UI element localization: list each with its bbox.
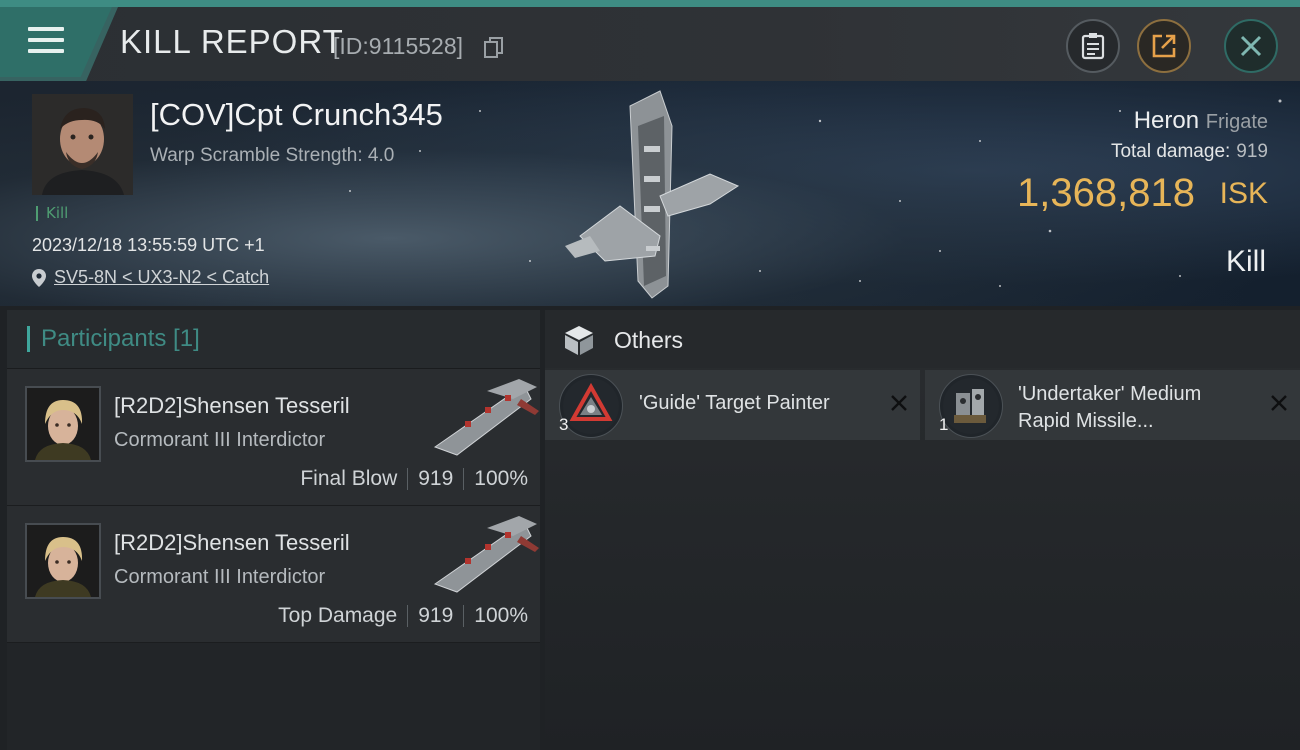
kill-outcome: Kill xyxy=(1225,245,1266,278)
isk-unit: ISK xyxy=(1219,177,1268,210)
item-entry[interactable]: 3 'Guide' Target Painter xyxy=(545,370,920,440)
ship-type: Heron xyxy=(1133,107,1200,134)
cube-icon xyxy=(565,326,593,355)
top-accent-line xyxy=(0,0,1300,7)
participant-role: Final Blow xyxy=(300,467,398,490)
ship-class: Frigate xyxy=(1205,111,1268,133)
item-name-line2: Rapid Missile... xyxy=(1018,410,1154,432)
victim-name[interactable]: [COV]Cpt Crunch345 xyxy=(150,97,443,133)
item-name-line1: 'Undertaker' Medium xyxy=(1018,383,1202,405)
header-bar: KILL REPORT [ID:9115528] xyxy=(0,7,1300,81)
clipboard-icon xyxy=(1081,33,1105,60)
menu-icon[interactable] xyxy=(28,27,64,57)
item-entry[interactable]: 1 'Undertaker' Medium Rapid Missile... xyxy=(925,370,1300,440)
participant-percent: 100% xyxy=(474,467,528,490)
kill-location[interactable]: SV5-8N < UX3-N2 < Catch xyxy=(32,267,269,288)
copy-icon[interactable] xyxy=(484,37,504,59)
missile-launcher-icon xyxy=(939,374,1003,438)
item-quantity: 1 xyxy=(939,415,949,434)
participant-ship-image xyxy=(433,516,539,593)
total-damage-label: Total damage: xyxy=(1110,141,1231,162)
participant-ship: Cormorant III Interdictor xyxy=(114,566,326,588)
clipboard-button[interactable] xyxy=(1066,19,1120,73)
participants-header: Participants [1] xyxy=(7,310,540,369)
close-button[interactable] xyxy=(1224,19,1278,73)
remove-icon[interactable] xyxy=(1270,394,1288,412)
page-title: KILL REPORT xyxy=(120,23,344,60)
item-name: 'Guide' Target Painter xyxy=(639,392,830,414)
participant-percent: 100% xyxy=(474,604,528,627)
victim-avatar[interactable] xyxy=(32,94,133,195)
participant-avatar[interactable] xyxy=(25,386,101,462)
others-title: Others xyxy=(614,327,684,353)
total-damage: Total damage: 919 xyxy=(1111,141,1268,163)
close-icon xyxy=(1240,35,1262,57)
participant-name[interactable]: [R2D2]Shensen Tesseril xyxy=(114,393,350,419)
item-quantity: 3 xyxy=(559,415,569,434)
share-icon xyxy=(1152,34,1176,58)
participant-name[interactable]: [R2D2]Shensen Tesseril xyxy=(114,530,350,556)
participant-avatar[interactable] xyxy=(25,523,101,599)
others-header: Others xyxy=(545,310,1300,368)
participant-ship: Cormorant III Interdictor xyxy=(114,429,326,451)
participants-panel: Participants [1] [R2D2]Shensen Tesseril … xyxy=(7,310,540,750)
participants-accent-bar xyxy=(27,326,30,352)
participant-row[interactable]: [R2D2]Shensen Tesseril Cormorant III Int… xyxy=(7,369,540,506)
share-button[interactable] xyxy=(1137,19,1191,73)
kill-tag: Kill xyxy=(36,206,68,221)
warp-scramble-strength: Warp Scramble Strength: 4.0 xyxy=(150,145,395,166)
participant-damage: 919 xyxy=(418,604,454,627)
participant-damage: 919 xyxy=(418,467,454,490)
victim-summary: [COV]Cpt Crunch345 Warp Scramble Strengt… xyxy=(0,81,1300,306)
isk-value: 1,368,818 xyxy=(1017,171,1195,215)
participants-title: Participants [1] xyxy=(41,325,200,352)
menu-button[interactable] xyxy=(0,7,112,77)
location-pin-icon xyxy=(32,269,46,287)
report-id: [ID:9115528] xyxy=(333,33,464,59)
participant-row[interactable]: [R2D2]Shensen Tesseril Cormorant III Int… xyxy=(7,506,540,643)
remove-icon[interactable] xyxy=(890,394,908,412)
participant-stats: Final Blow 919 100% xyxy=(300,467,528,491)
total-damage-value: 919 xyxy=(1236,141,1268,162)
ship-name[interactable]: Heron Frigate xyxy=(1134,107,1268,135)
target-painter-icon xyxy=(559,374,623,438)
victim-ship-image[interactable] xyxy=(560,86,745,301)
location-link[interactable]: SV5-8N < UX3-N2 < Catch xyxy=(54,267,269,287)
participant-ship-image xyxy=(433,379,539,456)
participant-stats: Top Damage 919 100% xyxy=(278,604,528,628)
kill-timestamp: 2023/12/18 13:55:59 UTC +1 xyxy=(32,235,265,255)
item-name: 'Undertaker' Medium Rapid Missile... xyxy=(1018,381,1201,435)
participant-role: Top Damage xyxy=(278,604,398,627)
others-panel: Others 3 'Guide' Target Painter 1 'Under… xyxy=(545,310,1300,750)
